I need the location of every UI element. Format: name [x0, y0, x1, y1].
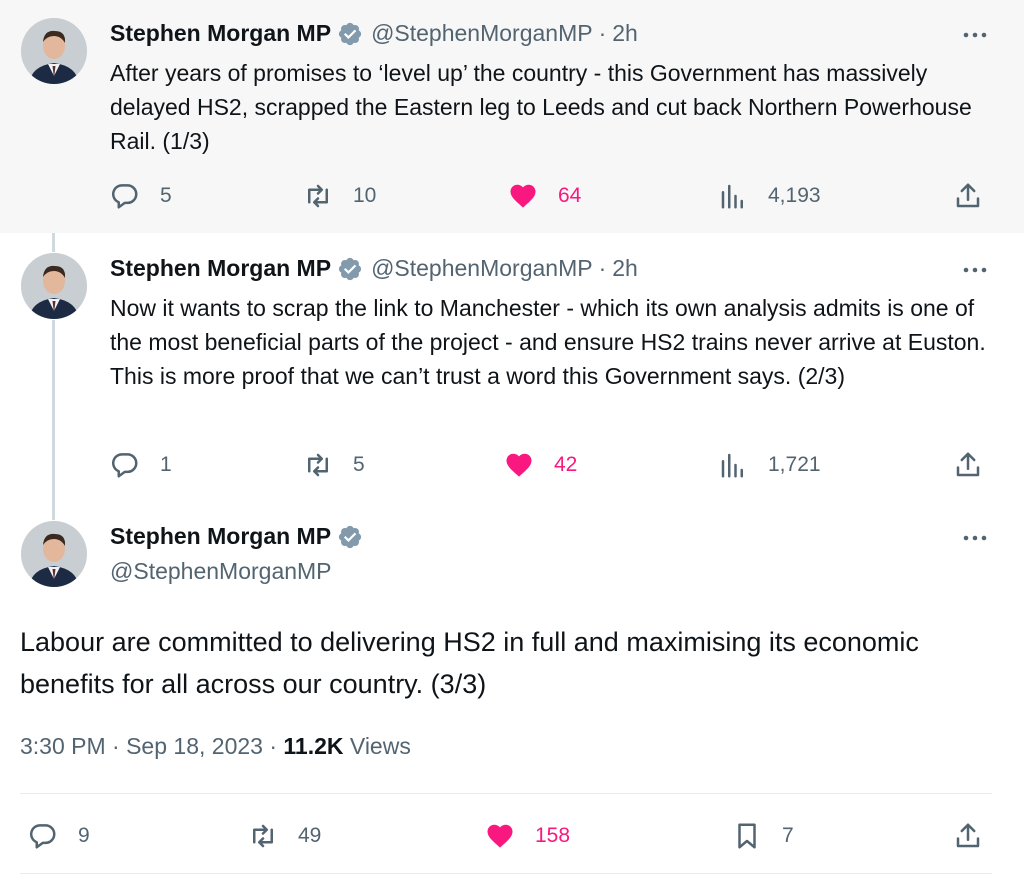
tweet-text: Labour are committed to delivering HS2 i…	[20, 627, 919, 699]
retweet-count: 5	[353, 453, 365, 476]
reply-count: 9	[78, 824, 90, 847]
separator-dot: ·	[598, 255, 607, 281]
tweet[interactable]: Stephen Morgan MP @StephenMorganMP · 2h …	[0, 233, 1024, 503]
tweet-timestamp[interactable]: 3:30 PM · Sep 18, 2023 ·	[20, 733, 283, 759]
share-button[interactable]	[953, 816, 983, 856]
like-count: 158	[535, 824, 571, 847]
tweet-actions: 1 5 42 1,721	[110, 447, 990, 483]
verified-badge-icon[interactable]	[337, 256, 363, 282]
views-count: 1,721	[768, 453, 821, 476]
views-icon	[721, 453, 743, 478]
tweet-text: After years of promises to ‘level up’ th…	[110, 60, 972, 154]
author-handle[interactable]: @StephenMorganMP	[371, 255, 593, 282]
bookmark-icon	[738, 823, 756, 849]
views-count[interactable]: 11.2K	[283, 733, 343, 759]
like-button[interactable]: 158	[485, 816, 570, 856]
tweet-actions: 5 10 64 4,193	[110, 178, 990, 214]
divider	[20, 793, 992, 794]
author-name[interactable]: Stephen Morgan MP	[110, 523, 331, 550]
share-icon	[956, 452, 980, 477]
retweet-icon	[308, 453, 328, 477]
share-icon	[956, 823, 980, 848]
retweet-count: 10	[353, 184, 377, 207]
tweet-text: Now it wants to scrap the link to Manche…	[110, 295, 986, 389]
retweet-button[interactable]: 49	[248, 816, 321, 856]
share-icon	[956, 183, 980, 208]
tweet-time[interactable]: 2h	[612, 255, 638, 282]
views-label: Views	[343, 733, 411, 759]
more-icon[interactable]	[962, 265, 988, 275]
reply-icon	[29, 824, 56, 849]
heart-icon	[510, 184, 536, 208]
more-icon[interactable]	[962, 533, 988, 543]
author-name[interactable]: Stephen Morgan MP	[110, 20, 331, 47]
views-icon	[721, 184, 743, 209]
verified-badge-icon[interactable]	[337, 21, 363, 47]
heart-icon	[487, 824, 513, 848]
like-count: 64	[558, 184, 582, 207]
retweet-button[interactable]: 10	[303, 178, 376, 214]
like-count: 42	[554, 453, 578, 476]
reply-button[interactable]: 9	[28, 816, 90, 856]
retweet-count: 49	[298, 824, 322, 847]
author-name[interactable]: Stephen Morgan MP	[110, 255, 331, 282]
tweet-header: Stephen Morgan MP	[110, 523, 363, 550]
bookmark-button[interactable]: 7	[732, 816, 794, 856]
views-count: 4,193	[768, 184, 821, 207]
reply-count: 5	[160, 184, 172, 207]
like-button[interactable]: 64	[508, 178, 581, 214]
verified-badge-icon[interactable]	[337, 524, 363, 550]
tweet-header: Stephen Morgan MP @StephenMorganMP · 2h	[110, 20, 638, 47]
share-button[interactable]	[953, 447, 983, 483]
author-handle[interactable]: @StephenMorganMP	[110, 558, 332, 585]
views-button[interactable]: 4,193	[718, 178, 821, 214]
tweet-header: Stephen Morgan MP @StephenMorganMP · 2h	[110, 255, 638, 282]
avatar[interactable]	[21, 18, 87, 84]
reply-count: 1	[160, 453, 172, 476]
separator-dot: ·	[598, 20, 607, 46]
like-button[interactable]: 42	[504, 447, 577, 483]
reply-button[interactable]: 5	[110, 178, 172, 214]
reply-icon	[111, 184, 138, 209]
more-icon[interactable]	[962, 30, 988, 40]
tweet-time[interactable]: 2h	[612, 20, 638, 47]
author-handle[interactable]: @StephenMorganMP	[371, 20, 593, 47]
retweet-icon	[308, 184, 328, 208]
retweet-button[interactable]: 5	[303, 447, 365, 483]
divider	[20, 873, 992, 874]
tweet-actions: 9 49 158 7	[20, 816, 992, 856]
main-tweet: Stephen Morgan MP @StephenMorganMP Labou…	[0, 503, 1024, 877]
tweet[interactable]: Stephen Morgan MP @StephenMorganMP · 2h …	[0, 0, 1024, 233]
avatar[interactable]	[21, 253, 87, 319]
bookmark-count: 7	[782, 824, 794, 847]
reply-icon	[111, 453, 138, 478]
share-button[interactable]	[953, 178, 983, 214]
heart-icon	[506, 453, 532, 477]
views-button[interactable]: 1,721	[718, 447, 821, 483]
reply-button[interactable]: 1	[110, 447, 172, 483]
avatar[interactable]	[21, 521, 87, 587]
retweet-icon	[253, 824, 273, 848]
tweet-meta: 3:30 PM · Sep 18, 2023 · 11.2K Views	[20, 733, 411, 760]
